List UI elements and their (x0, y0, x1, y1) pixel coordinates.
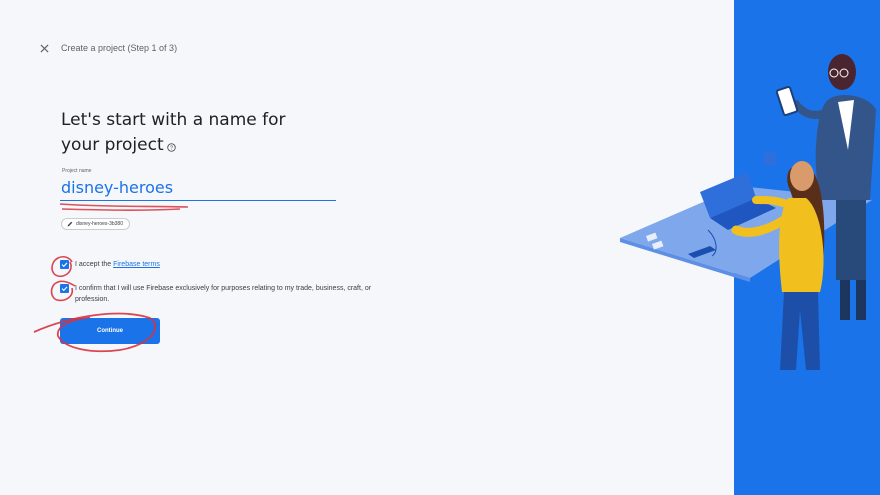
terms-checkbox-label: I accept the Firebase terms (75, 261, 160, 268)
project-name-label: Project name (62, 168, 92, 174)
confirm-checkbox[interactable] (60, 284, 69, 293)
developers-illustration (620, 54, 876, 370)
svg-text:?: ? (170, 146, 173, 152)
confirm-checkbox-label: I confirm that I will use Firebase exclu… (75, 285, 372, 303)
project-id-text: disney-heroes-3b380 (76, 221, 123, 227)
page-title: Let's start with a name for your project… (61, 108, 286, 160)
confirm-checkbox-row: I confirm that I will use Firebase exclu… (60, 284, 385, 305)
close-icon[interactable] (38, 42, 50, 54)
top-bar: Create a project (Step 1 of 3) (38, 40, 177, 56)
continue-button[interactable]: Continue (60, 318, 160, 344)
page-title-line1: Let's start with a name for (61, 110, 286, 130)
terms-checkbox[interactable] (60, 260, 69, 269)
terms-checkbox-row: I accept the Firebase terms (60, 260, 385, 270)
project-name-input[interactable] (60, 175, 336, 201)
question-circle-icon[interactable]: ? (166, 135, 176, 160)
step-title: Create a project (Step 1 of 3) (61, 43, 178, 53)
page-title-line2: your project (61, 135, 164, 155)
firebase-terms-link[interactable]: Firebase terms (113, 261, 160, 268)
project-id-chip[interactable]: disney-heroes-3b380 (61, 218, 130, 230)
pencil-icon (67, 221, 73, 227)
